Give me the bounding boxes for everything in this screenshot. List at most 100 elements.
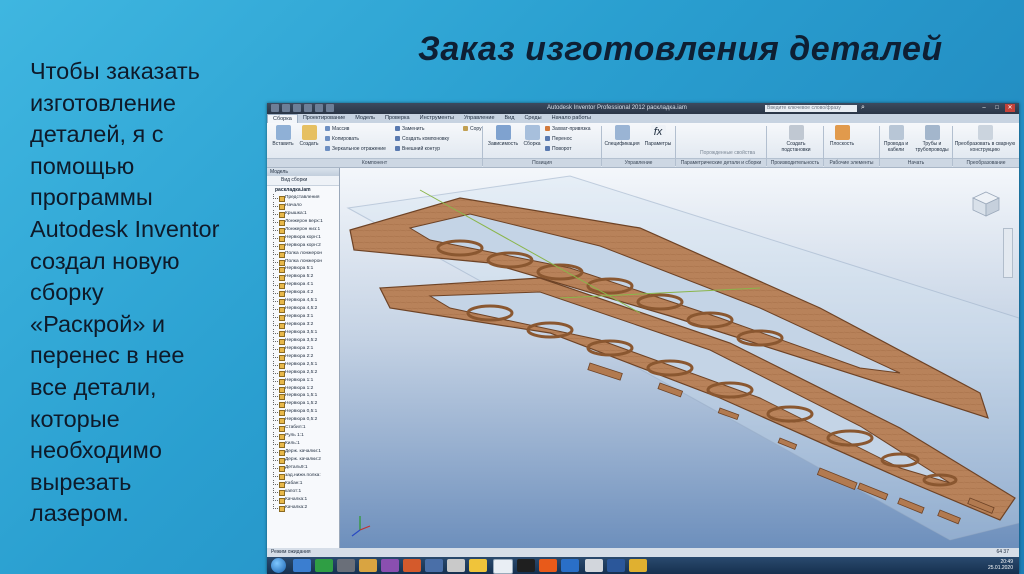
browser-tree-item[interactable]: Нервюра 4:2 xyxy=(267,289,339,298)
ribbon-tab[interactable]: Начало работы xyxy=(547,114,596,123)
browser-tree-item[interactable]: капот:1 xyxy=(267,487,339,496)
create-layout-button[interactable]: Создать компоновку xyxy=(395,136,449,142)
browser-tree-item[interactable]: Нервюра 5:2 xyxy=(267,273,339,282)
replace-button[interactable]: Заменить xyxy=(395,126,424,132)
browser-tree-item[interactable]: Нервюра 4:1 xyxy=(267,281,339,290)
app-icon-5[interactable] xyxy=(447,559,465,572)
ribbon-tab[interactable]: Модель xyxy=(350,114,380,123)
browser-tree-item[interactable]: Нервюра 2:2 xyxy=(267,352,339,361)
undo-icon[interactable] xyxy=(315,104,323,112)
browser-tree-item[interactable]: Деталь9:1 xyxy=(267,463,339,472)
browser-view-selector[interactable]: Вид сборки xyxy=(267,176,339,186)
create-substitute-button[interactable]: Создать подстановки xyxy=(772,125,820,153)
taskbar-clock[interactable]: 20:49 25.01.2020 xyxy=(988,559,1013,571)
system-tray[interactable] xyxy=(955,562,985,569)
browser-tree-item[interactable]: Нервюра 1,5:1 xyxy=(267,392,339,401)
browser-tree-item[interactable]: Нервюра 0,5:2 xyxy=(267,416,339,425)
browser-tree-item[interactable]: Нервюра 3,5:1 xyxy=(267,328,339,337)
browser-tree-item[interactable]: Кабан:1 xyxy=(267,479,339,488)
new-file-icon[interactable] xyxy=(282,104,290,112)
search-icon[interactable]: ⌕ xyxy=(861,104,869,112)
spec-button[interactable]: Спецификация xyxy=(603,125,641,147)
rotate-button[interactable]: Поворот xyxy=(545,146,572,152)
array-button[interactable]: Массив xyxy=(325,126,349,132)
browser-tree-item[interactable]: Нервюра 2:1 xyxy=(267,344,339,353)
copy-button[interactable]: Копировать xyxy=(325,136,359,142)
help-search-input[interactable]: Введите ключевое слово/фразу xyxy=(765,105,857,112)
app-icon-6[interactable] xyxy=(469,559,487,572)
browser-tree-item[interactable]: Нервюра 4,5:2 xyxy=(267,305,339,314)
browser-tree-item[interactable]: Нервюра 3,5:2 xyxy=(267,336,339,345)
browser-tree-item[interactable]: Держ. качалки:1 xyxy=(267,448,339,456)
grab-button[interactable]: Захват-привязка xyxy=(545,126,591,132)
params-button[interactable]: fx Параметры xyxy=(643,125,673,147)
app-icon-3[interactable] xyxy=(403,559,421,572)
browser-tree-item[interactable]: Качалка:2 xyxy=(267,503,339,512)
browser-tree-item[interactable]: Нервюра 3:1 xyxy=(267,313,339,322)
mirror-button[interactable]: Зеркальное отражение xyxy=(325,146,386,152)
plane-button[interactable]: Плоскость xyxy=(827,125,857,147)
explorer-icon[interactable] xyxy=(359,559,377,572)
app-icon-1[interactable] xyxy=(337,559,355,572)
redo-icon[interactable] xyxy=(326,104,334,112)
save-icon[interactable] xyxy=(304,104,312,112)
assemble-button[interactable]: Сборка xyxy=(521,125,543,147)
ribbon-tab[interactable]: Сборка xyxy=(267,114,298,123)
browser-tree-item[interactable]: Руль 1:1 xyxy=(267,432,339,441)
minimize-icon[interactable]: – xyxy=(979,104,989,112)
browser-tree-item[interactable]: Качалка:1 xyxy=(267,495,339,504)
app-icon-8[interactable] xyxy=(539,559,557,572)
viewcube-icon[interactable] xyxy=(971,190,1001,218)
browser-tree-item[interactable]: Нервюра корн:1 xyxy=(267,233,339,242)
word-icon[interactable] xyxy=(607,559,625,572)
maximize-icon[interactable]: □ xyxy=(992,104,1002,112)
start-button-icon[interactable] xyxy=(271,558,286,573)
browser-tree-item[interactable]: Нервюра 1,5:2 xyxy=(267,400,339,409)
browser-tree-item[interactable]: Нервюра 3:2 xyxy=(267,321,339,329)
app-icon-10[interactable] xyxy=(585,559,603,572)
browser-root[interactable]: раскладка.iam xyxy=(267,186,339,194)
browser-tree-item[interactable]: Нервюра 0,5:1 xyxy=(267,408,339,417)
copy-small-button[interactable]: Copy xyxy=(463,126,482,132)
browser-tree-item[interactable]: Полка лонжерон xyxy=(267,249,339,258)
insert-button[interactable]: Вставить xyxy=(271,125,295,147)
close-icon[interactable]: ✕ xyxy=(1005,104,1015,112)
browser-tree-item[interactable]: Стабил:1 xyxy=(267,424,339,433)
graphics-viewport[interactable] xyxy=(340,168,1019,548)
app-menu-icon[interactable] xyxy=(271,104,279,112)
browser-tree-item[interactable]: Нервюра 2,5:1 xyxy=(267,360,339,369)
browser-tree-item[interactable]: Полка лонжерон xyxy=(267,257,339,266)
ribbon-tab[interactable]: Проверка xyxy=(380,114,415,123)
move-button[interactable]: Перенос xyxy=(545,136,572,142)
browser-tree-item[interactable]: Нервюра 5:1 xyxy=(267,265,339,274)
browser-tree-item[interactable]: Нервюра 2,5:2 xyxy=(267,368,339,377)
browser-tree-item[interactable]: Лонжерон верх:1 xyxy=(267,217,339,226)
browser-tree-item[interactable]: зад.нижн.полка: xyxy=(267,471,339,480)
app-icon-7[interactable] xyxy=(517,559,535,572)
ribbon-tab[interactable]: Среды xyxy=(519,114,546,123)
create-button[interactable]: Создать xyxy=(297,125,321,147)
app-icon-4[interactable] xyxy=(425,559,443,572)
browser-tree-item[interactable]: Представления xyxy=(267,194,339,202)
navigation-bar[interactable] xyxy=(1003,228,1013,278)
ribbon-tab[interactable]: Управление xyxy=(459,114,500,123)
ribbon-tab[interactable]: Проектирование xyxy=(298,114,350,123)
browser-tree-item[interactable]: Нервюра корн:2 xyxy=(267,241,339,250)
media-icon[interactable] xyxy=(315,559,333,572)
app-icon-9[interactable] xyxy=(561,559,579,572)
dependency-button[interactable]: Зависимость xyxy=(487,125,519,147)
browser-tree-item[interactable]: Киль:1 xyxy=(267,440,339,449)
chrome-icon[interactable] xyxy=(629,559,647,572)
browser-tree-item[interactable]: Держ. качалки:2 xyxy=(267,455,339,464)
inventor-taskbar-icon[interactable] xyxy=(493,559,513,574)
browser-tree-item[interactable]: Нервюра 1:1 xyxy=(267,376,339,385)
convert-weld-button[interactable]: Преобразовать в сварную конструкцию xyxy=(953,125,1017,153)
app-icon-2[interactable] xyxy=(381,559,399,572)
browser-tree-item[interactable]: Нервюра 1:2 xyxy=(267,384,339,393)
pipes-button[interactable]: Трубы и трубопроводы xyxy=(913,125,951,153)
external-contour-button[interactable]: Внешний контур xyxy=(395,146,440,152)
browser-tree-item[interactable]: Крышка:1 xyxy=(267,209,339,218)
browser-header[interactable]: Модель xyxy=(267,168,339,176)
browser-tree-item[interactable]: Нервюра 4,5:1 xyxy=(267,297,339,306)
wires-button[interactable]: Провода и кабели xyxy=(881,125,911,153)
